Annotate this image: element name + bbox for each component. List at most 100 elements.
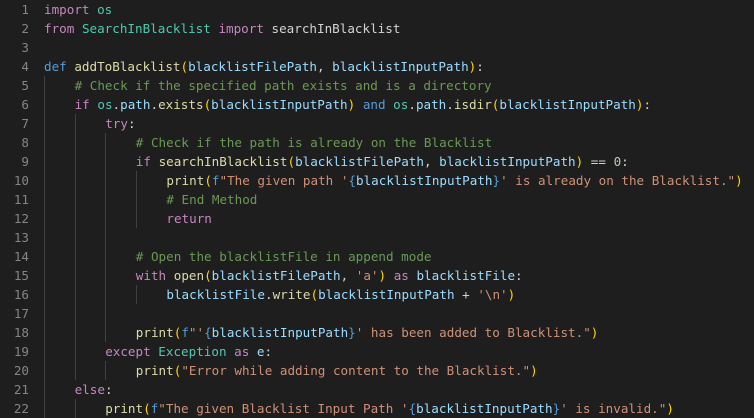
indent-guide — [105, 228, 107, 247]
code-line[interactable]: 10 print(f"The given path '{blacklistInpu… — [0, 171, 754, 190]
code-token: ( — [143, 401, 151, 416]
code-token: except — [105, 344, 151, 359]
code-token: ) — [590, 325, 599, 340]
code-token: ) — [507, 287, 516, 302]
code-token: ) — [666, 401, 674, 416]
code-token: import — [44, 2, 90, 17]
indent-guide — [44, 361, 45, 380]
code-line[interactable]: 16 blacklistFile.write(blacklistInputPath… — [0, 285, 754, 304]
code-line[interactable]: 5 # Check if the specified path exists an… — [0, 76, 754, 95]
indent-guide — [135, 190, 137, 209]
line-number: 16 — [13, 287, 29, 302]
code-token: ( — [310, 287, 319, 302]
code-line[interactable]: 19 except Exception as e: — [0, 342, 754, 361]
code-token: blacklistFile — [166, 287, 265, 302]
code-token: os — [97, 2, 113, 17]
code-token: blacklistInputPath — [439, 154, 576, 169]
indent-guide — [74, 323, 76, 342]
indent-guide — [105, 209, 107, 228]
indent-guide — [105, 323, 107, 342]
indent-guide — [105, 190, 107, 209]
code-line[interactable]: 18 print(f"'{blacklistInputPath}' has bee… — [0, 323, 754, 342]
code-line[interactable]: 17 — [0, 304, 754, 323]
code-line[interactable]: 1 import os — [0, 0, 754, 19]
code-token: Exception — [158, 344, 227, 359]
indent-guide — [44, 323, 45, 342]
code-token: , — [317, 59, 333, 74]
code-text: def addToBlacklist(blacklistFilePath, bl… — [44, 57, 484, 76]
code-editor[interactable]: 1 import os 2 from SearchInBlacklist import… — [0, 0, 754, 418]
code-text: else: — [75, 380, 113, 399]
code-token: ' is already on the Blacklist." — [500, 173, 736, 188]
code-token: 'a' — [355, 268, 379, 283]
indent-guide — [74, 171, 76, 190]
code-token: isdir — [453, 97, 492, 112]
code-token: blacklistInputPath — [416, 401, 553, 416]
code-token: blacklistFile — [416, 268, 516, 283]
code-line[interactable]: 21 else: — [0, 380, 754, 399]
code-line[interactable]: 9 if searchInBlacklist(blacklistFilePath,… — [0, 152, 754, 171]
code-line[interactable]: 4 def addToBlacklist(blacklistFilePath, b… — [0, 57, 754, 76]
code-token: . — [408, 97, 416, 112]
code-token: path — [120, 97, 151, 112]
code-line[interactable]: 7 try: — [0, 114, 754, 133]
code-text: except Exception as e: — [105, 342, 272, 361]
code-line[interactable]: 6 if os.path.exists(blacklistInputPath) a… — [0, 95, 754, 114]
code-token: print — [135, 325, 174, 340]
code-text: import os — [44, 0, 112, 19]
indent-guide — [74, 342, 76, 361]
code-token: ) — [378, 268, 387, 283]
indent-guide — [44, 171, 45, 190]
indent-guide — [74, 114, 76, 133]
indent-guide — [74, 285, 76, 304]
code-line[interactable]: 20 print("Error while adding content to t… — [0, 361, 754, 380]
code-token: { — [204, 325, 212, 340]
code-token: searchInBlacklist — [158, 154, 288, 169]
code-token: "' — [188, 325, 205, 340]
code-token: blacklistInputPath — [211, 325, 349, 340]
code-token: blacklistFilePath — [211, 268, 341, 283]
indent-guide — [105, 152, 107, 171]
code-line[interactable]: 8 # Check if the path is already on the B… — [0, 133, 754, 152]
code-line[interactable]: 2 from SearchInBlacklist import searchInB… — [0, 19, 754, 38]
code-text: return — [166, 209, 212, 228]
indent-guide — [44, 190, 45, 209]
indent-guide — [44, 133, 45, 152]
code-token: return — [166, 211, 212, 226]
code-token: } — [492, 173, 501, 188]
code-text: if os.path.exists(blacklistInputPath) an… — [75, 95, 651, 114]
code-token: blacklistFilePath — [295, 154, 424, 169]
indent-guide — [44, 152, 45, 171]
code-line[interactable]: 15 with open(blacklistFilePath, 'a') as b… — [0, 266, 754, 285]
code-line[interactable]: 12 return — [0, 209, 754, 228]
code-line[interactable]: 13 — [0, 228, 754, 247]
code-token: ) — [735, 173, 743, 188]
line-number: 7 — [21, 116, 29, 131]
line-number: 14 — [13, 249, 29, 264]
indent-guide — [105, 266, 107, 285]
indent-guide — [44, 399, 45, 418]
indent-guide — [44, 266, 45, 285]
indent-guide — [74, 152, 76, 171]
indent-guide — [74, 399, 76, 418]
code-line[interactable]: 11 # End Method — [0, 190, 754, 209]
indent-guide — [105, 285, 107, 304]
code-token: print — [105, 401, 144, 416]
indent-guide — [105, 171, 107, 190]
code-text: # End Method — [166, 190, 257, 209]
line-number: 4 — [21, 59, 29, 74]
code-token: # Check if the specified path exists and… — [74, 78, 492, 93]
code-token: . — [446, 97, 454, 112]
indent-guide — [135, 171, 137, 190]
code-token: SearchInBlacklist — [81, 21, 211, 36]
indent-guide — [44, 114, 45, 133]
code-line[interactable]: 3 — [0, 38, 754, 57]
code-token: ) — [530, 363, 538, 378]
code-line[interactable]: 14 # Open the blacklistFile in append mod… — [0, 247, 754, 266]
code-line[interactable]: 22 print(f"The given Blacklist Input Path… — [0, 399, 754, 418]
code-token: "Error while adding content to the Black… — [181, 363, 531, 378]
